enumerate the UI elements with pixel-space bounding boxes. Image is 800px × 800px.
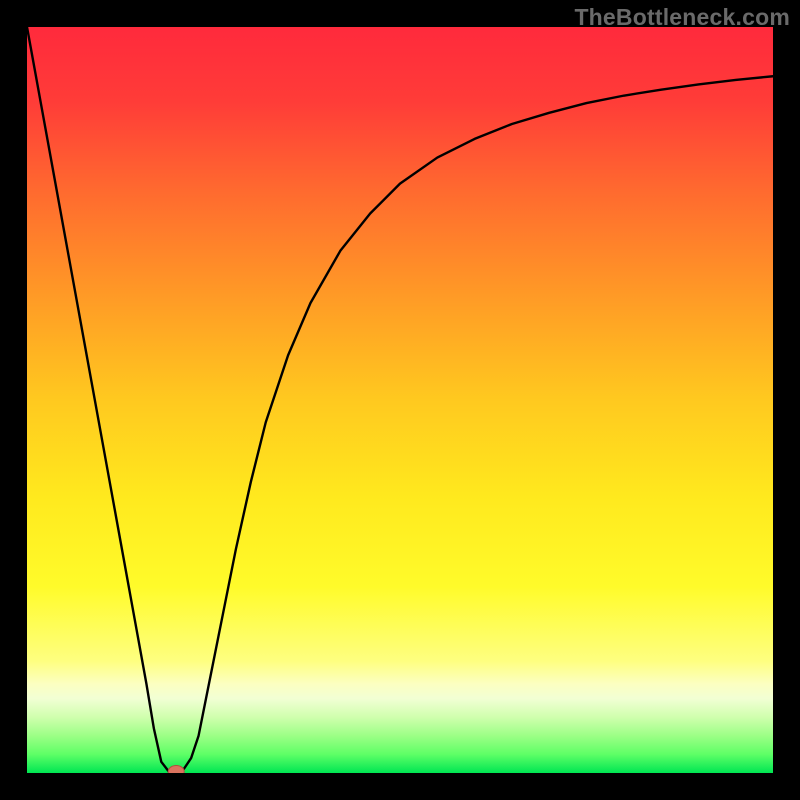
gradient-background — [27, 27, 773, 773]
chart-svg — [27, 27, 773, 773]
plot-area — [27, 27, 773, 773]
chart-frame: TheBottleneck.com — [0, 0, 800, 800]
optimum-marker — [168, 766, 184, 773]
